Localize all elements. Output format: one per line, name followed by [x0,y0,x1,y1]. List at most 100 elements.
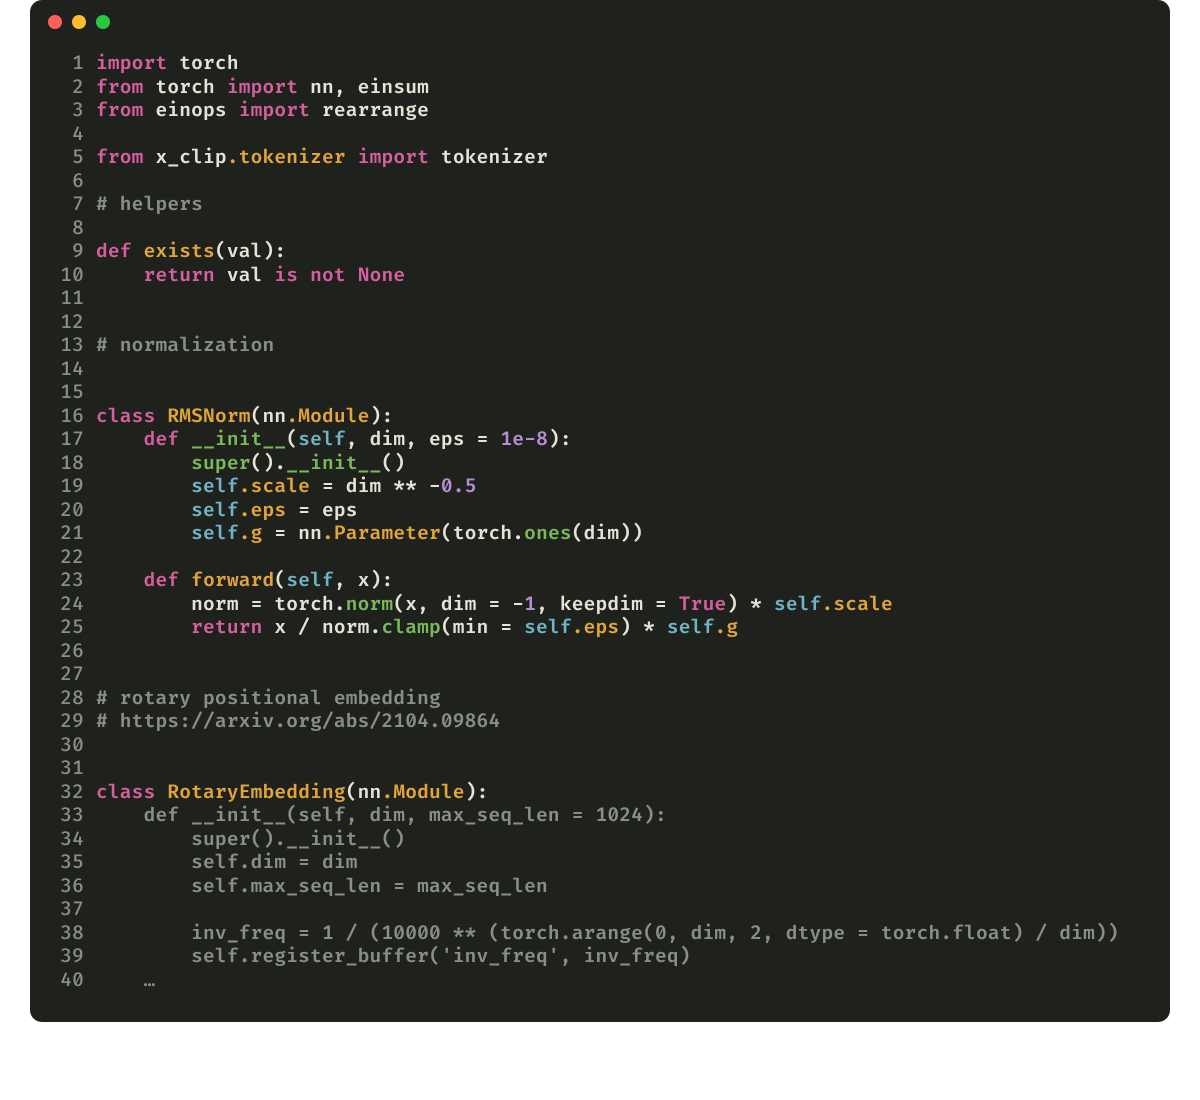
line-number: 6 [48,170,96,194]
code-line[interactable]: 1import torch [48,52,1152,76]
code-line[interactable]: 4 [48,123,1152,147]
code-line[interactable]: 9def exists(val): [48,240,1152,264]
code-line[interactable]: 26 [48,640,1152,664]
line-content[interactable]: # helpers [96,193,1152,217]
line-content[interactable] [96,546,1152,570]
line-number: 26 [48,640,96,664]
line-content[interactable]: # https://arxiv.org/abs/2104.09864 [96,710,1152,734]
line-content[interactable]: # rotary positional embedding [96,687,1152,711]
code-line[interactable]: 40 … [48,969,1152,993]
line-content[interactable]: inv_freq = 1 / (10000 ** (torch.arange(0… [96,922,1152,946]
code-line[interactable]: 30 [48,734,1152,758]
line-content[interactable]: import torch [96,52,1152,76]
line-content[interactable] [96,898,1152,922]
line-content[interactable]: from x_clip.tokenizer import tokenizer [96,146,1152,170]
line-content[interactable]: self.g = nn.Parameter(torch.ones(dim)) [96,522,1152,546]
code-line[interactable]: 32class RotaryEmbedding(nn.Module): [48,781,1152,805]
minimize-icon[interactable] [72,15,86,29]
window-titlebar [30,0,1170,44]
code-line[interactable]: 38 inv_freq = 1 / (10000 ** (torch.arang… [48,922,1152,946]
line-content[interactable] [96,217,1152,241]
line-number: 5 [48,146,96,170]
line-content[interactable] [96,287,1152,311]
line-number: 22 [48,546,96,570]
line-content[interactable] [96,170,1152,194]
line-content[interactable] [96,123,1152,147]
code-line[interactable]: 25 return x / norm.clamp(min = self.eps)… [48,616,1152,640]
line-content[interactable]: def forward(self, x): [96,569,1152,593]
code-line[interactable]: 3from einops import rearrange [48,99,1152,123]
code-line[interactable]: 21 self.g = nn.Parameter(torch.ones(dim)… [48,522,1152,546]
line-number: 40 [48,969,96,993]
line-content[interactable]: def __init__(self, dim, max_seq_len = 10… [96,804,1152,828]
line-number: 24 [48,593,96,617]
line-content[interactable] [96,358,1152,382]
code-line[interactable]: 6 [48,170,1152,194]
code-line[interactable]: 19 self.scale = dim ** -0.5 [48,475,1152,499]
line-content[interactable]: def __init__(self, dim, eps = 1e-8): [96,428,1152,452]
code-line[interactable]: 27 [48,663,1152,687]
line-content[interactable] [96,381,1152,405]
code-line[interactable]: 11 [48,287,1152,311]
line-content[interactable]: super().__init__() [96,828,1152,852]
line-number: 1 [48,52,96,76]
line-content[interactable] [96,663,1152,687]
line-number: 3 [48,99,96,123]
code-line[interactable]: 13# normalization [48,334,1152,358]
code-line[interactable]: 20 self.eps = eps [48,499,1152,523]
line-content[interactable]: from torch import nn, einsum [96,76,1152,100]
code-editor[interactable]: 1import torch2from torch import nn, eins… [30,44,1170,992]
line-content[interactable]: self.dim = dim [96,851,1152,875]
line-content[interactable]: self.scale = dim ** -0.5 [96,475,1152,499]
code-line[interactable]: 23 def forward(self, x): [48,569,1152,593]
line-content[interactable] [96,757,1152,781]
line-content[interactable]: return x / norm.clamp(min = self.eps) * … [96,616,1152,640]
line-content[interactable]: self.eps = eps [96,499,1152,523]
code-line[interactable]: 36 self.max_seq_len = max_seq_len [48,875,1152,899]
line-content[interactable]: from einops import rearrange [96,99,1152,123]
line-content[interactable]: super().__init__() [96,452,1152,476]
line-content[interactable]: … [96,969,1152,993]
line-number: 7 [48,193,96,217]
code-line[interactable]: 18 super().__init__() [48,452,1152,476]
line-content[interactable]: norm = torch.norm(x, dim = -1, keepdim =… [96,593,1152,617]
line-content[interactable]: self.register_buffer('inv_freq', inv_fre… [96,945,1152,969]
line-content[interactable] [96,640,1152,664]
code-line[interactable]: 16class RMSNorm(nn.Module): [48,405,1152,429]
line-content[interactable]: def exists(val): [96,240,1152,264]
line-number: 29 [48,710,96,734]
code-line[interactable]: 24 norm = torch.norm(x, dim = -1, keepdi… [48,593,1152,617]
code-line[interactable]: 5from x_clip.tokenizer import tokenizer [48,146,1152,170]
code-line[interactable]: 15 [48,381,1152,405]
line-number: 12 [48,311,96,335]
line-content[interactable]: self.max_seq_len = max_seq_len [96,875,1152,899]
line-content[interactable] [96,734,1152,758]
line-number: 13 [48,334,96,358]
editor-window: 1import torch2from torch import nn, eins… [30,0,1170,1022]
zoom-icon[interactable] [96,15,110,29]
code-line[interactable]: 14 [48,358,1152,382]
code-line[interactable]: 31 [48,757,1152,781]
code-line[interactable]: 12 [48,311,1152,335]
close-icon[interactable] [48,15,62,29]
code-line[interactable]: 22 [48,546,1152,570]
line-content[interactable]: class RotaryEmbedding(nn.Module): [96,781,1152,805]
code-line[interactable]: 34 super().__init__() [48,828,1152,852]
code-line[interactable]: 8 [48,217,1152,241]
code-line[interactable]: 35 self.dim = dim [48,851,1152,875]
code-line[interactable]: 29# https://arxiv.org/abs/2104.09864 [48,710,1152,734]
code-line[interactable]: 39 self.register_buffer('inv_freq', inv_… [48,945,1152,969]
code-line[interactable]: 2from torch import nn, einsum [48,76,1152,100]
code-line[interactable]: 33 def __init__(self, dim, max_seq_len =… [48,804,1152,828]
code-line[interactable]: 17 def __init__(self, dim, eps = 1e-8): [48,428,1152,452]
line-number: 33 [48,804,96,828]
line-number: 36 [48,875,96,899]
code-line[interactable]: 37 [48,898,1152,922]
line-content[interactable]: # normalization [96,334,1152,358]
code-line[interactable]: 10 return val is not None [48,264,1152,288]
code-line[interactable]: 7# helpers [48,193,1152,217]
line-content[interactable]: class RMSNorm(nn.Module): [96,405,1152,429]
code-line[interactable]: 28# rotary positional embedding [48,687,1152,711]
line-content[interactable]: return val is not None [96,264,1152,288]
line-content[interactable] [96,311,1152,335]
